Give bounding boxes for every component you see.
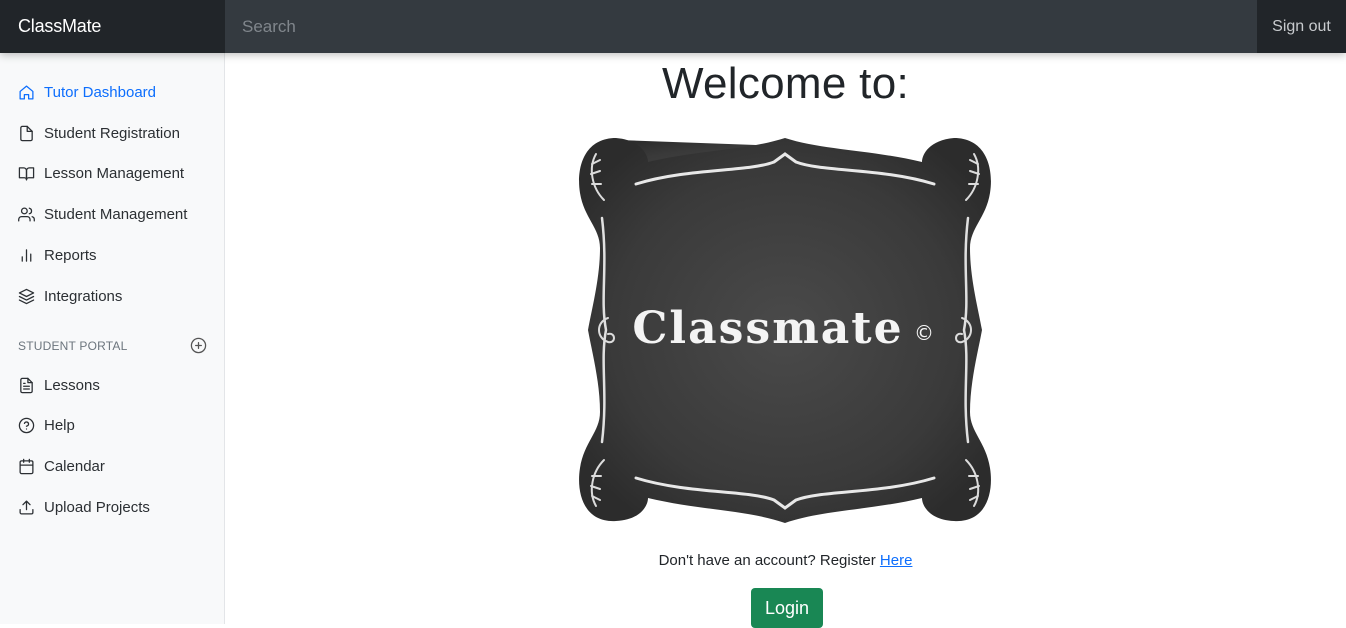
chalk-logo-mark: © bbox=[914, 321, 934, 345]
sidebar-item-label: Calendar bbox=[44, 458, 105, 476]
top-navbar: ClassMate Sign out bbox=[0, 0, 1346, 53]
sidebar-item-label: Reports bbox=[44, 247, 97, 265]
sidebar-item-label: Student Registration bbox=[44, 124, 180, 142]
register-prompt: Don't have an account? Register Here bbox=[225, 552, 1346, 569]
login-button[interactable]: Login bbox=[751, 588, 823, 628]
main-content: Welcome to: Classmate © Don't have an ac… bbox=[225, 53, 1346, 628]
sidebar-item-tutor-dashboard[interactable]: Tutor Dashboard bbox=[0, 72, 224, 113]
page-title: Welcome to: bbox=[661, 59, 910, 108]
upload-icon bbox=[18, 499, 35, 516]
file-text-icon bbox=[18, 377, 35, 394]
plus-circle-icon[interactable] bbox=[190, 337, 207, 354]
search-input[interactable] bbox=[225, 0, 1257, 53]
brand-logo[interactable]: ClassMate bbox=[0, 0, 225, 53]
student-portal-nav: Lessons Help Calendar Upload Projects bbox=[0, 361, 224, 528]
sidebar-item-lessons[interactable]: Lessons bbox=[0, 365, 224, 406]
file-icon bbox=[18, 125, 35, 142]
sidebar-item-label: Integrations bbox=[44, 287, 123, 305]
register-text: Don't have an account? Register bbox=[658, 552, 876, 569]
calendar-icon bbox=[18, 458, 35, 475]
sidebar-item-help[interactable]: Help bbox=[0, 406, 224, 447]
student-portal-heading: STUDENT PORTAL bbox=[0, 331, 224, 361]
register-link[interactable]: Here bbox=[880, 552, 913, 569]
sidebar-item-label: Tutor Dashboard bbox=[44, 83, 157, 101]
chalk-logo-text: Classmate bbox=[632, 303, 903, 354]
sidebar-item-calendar[interactable]: Calendar bbox=[0, 446, 224, 487]
sidebar-item-label: Lesson Management bbox=[44, 165, 185, 183]
home-icon bbox=[18, 84, 35, 101]
sidebar-item-upload-projects[interactable]: Upload Projects bbox=[0, 487, 224, 528]
users-icon bbox=[18, 206, 35, 223]
sidebar: Tutor Dashboard Student Registration Les… bbox=[0, 53, 225, 624]
sidebar-nav: Tutor Dashboard Student Registration Les… bbox=[0, 53, 224, 317]
layers-icon bbox=[18, 288, 35, 305]
sidebar-item-reports[interactable]: Reports bbox=[0, 235, 224, 276]
help-circle-icon bbox=[18, 417, 35, 434]
chalkboard-logo: Classmate © bbox=[579, 138, 991, 523]
sidebar-item-label: Upload Projects bbox=[44, 499, 150, 517]
sidebar-item-integrations[interactable]: Integrations bbox=[0, 276, 224, 317]
sidebar-item-student-registration[interactable]: Student Registration bbox=[0, 113, 224, 154]
bar-chart-icon bbox=[18, 247, 35, 264]
sign-out-link[interactable]: Sign out bbox=[1257, 0, 1346, 53]
book-icon bbox=[18, 165, 35, 182]
sidebar-item-student-management[interactable]: Student Management bbox=[0, 194, 224, 235]
sidebar-item-label: Student Management bbox=[44, 206, 188, 224]
sidebar-item-lesson-management[interactable]: Lesson Management bbox=[0, 154, 224, 195]
sidebar-item-label: Lessons bbox=[44, 376, 100, 394]
section-title: STUDENT PORTAL bbox=[18, 338, 128, 353]
sidebar-item-label: Help bbox=[44, 417, 75, 435]
